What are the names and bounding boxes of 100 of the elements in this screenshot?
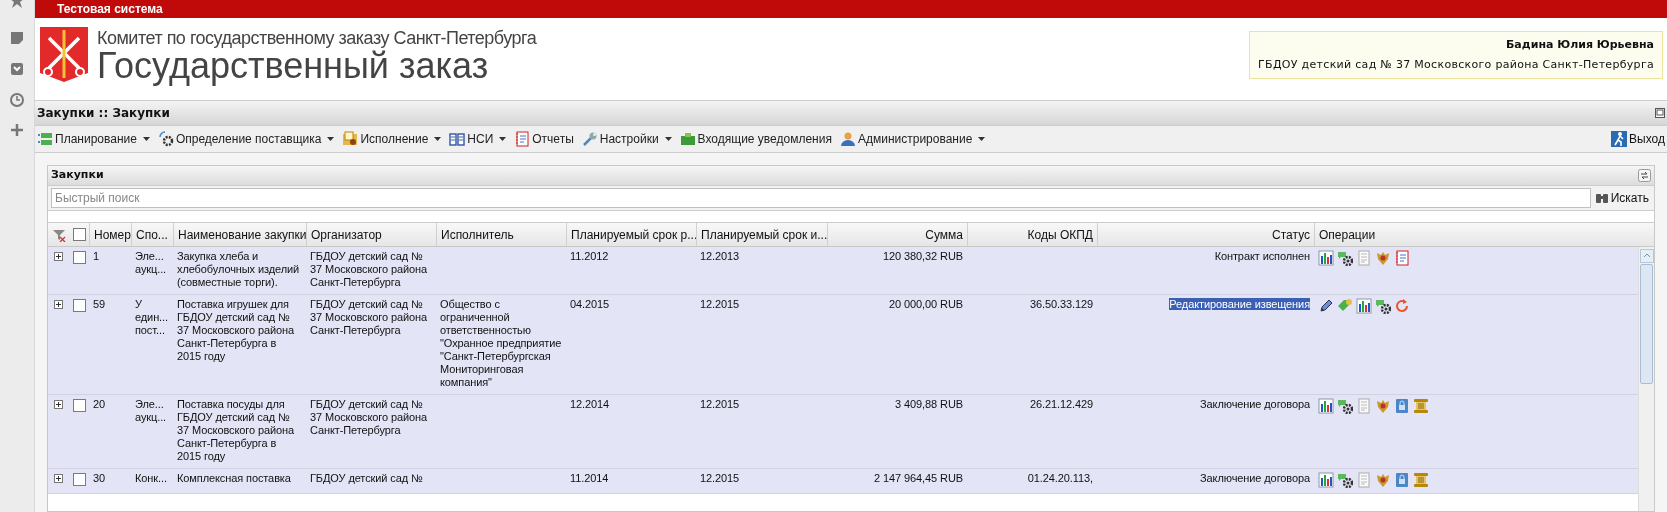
binoculars-icon	[1594, 192, 1609, 204]
scroll-icon[interactable]	[1413, 398, 1429, 414]
table-cell: 11.2014	[570, 472, 609, 484]
table-row[interactable]: 1 Эле... аукц... Закупка хлеба и хлебобулочных изделий (совместные торги). ГБДОУ детский сад № 37 Московского района Санкт-Петербурга 11.2012 12.2013 120 380,32 RUB Контракт исполнен	[48, 247, 1638, 295]
status-text: Редактирование извещения	[1169, 298, 1310, 310]
coat-of-arms-logo	[39, 26, 89, 83]
scroll-icon[interactable]	[1413, 472, 1429, 488]
scroll-up-icon[interactable]	[1639, 249, 1654, 263]
column-header[interactable]: Номер	[89, 223, 131, 246]
status-text: Заключение договора	[1200, 472, 1310, 484]
caret-icon	[978, 137, 986, 141]
menu-item[interactable]: Настройки	[581, 130, 672, 148]
checkbox[interactable]	[72, 228, 86, 241]
plus-icon[interactable]	[11, 124, 23, 136]
lock-icon[interactable]	[1394, 398, 1410, 414]
scroll-thumb[interactable]	[1640, 264, 1653, 384]
status-text: Заключение договора	[1200, 398, 1310, 410]
menu-item[interactable]: Администрирование	[839, 130, 986, 148]
search-field[interactable]: Быстрый поиск	[51, 188, 1591, 208]
table-cell: 12.2015	[700, 472, 740, 484]
book-icon	[449, 131, 466, 147]
bar-chart-icon[interactable]	[1318, 472, 1334, 488]
table-cell: Комплексная поставка	[177, 472, 291, 484]
eagle-emblem-icon[interactable]	[1375, 398, 1391, 414]
checkbox[interactable]	[72, 399, 86, 412]
table-cell: ГБДОУ детский сад № 37 Московского района Санкт-Петербурга	[310, 398, 428, 436]
table-cell: 01.24.20.113,	[1027, 472, 1093, 484]
table-cell: 12.2014	[570, 398, 610, 410]
expand-icon[interactable]	[54, 474, 63, 483]
table-row[interactable]: 30 Конк... Комплексная поставка ГБДОУ детский сад № 11.2014 12.2015 2 147 964,45 RUB 01.24.20.113, Заключение договора	[48, 469, 1638, 494]
caret-icon	[327, 137, 335, 141]
table-cell: 20	[93, 398, 106, 410]
filter-icon[interactable]	[51, 227, 66, 242]
checkbox[interactable]	[72, 473, 86, 486]
table-cell: 59	[93, 298, 106, 310]
search-button[interactable]: Искать	[1592, 189, 1651, 207]
eagle-emblem-icon[interactable]	[1375, 472, 1391, 488]
gear-icon[interactable]	[1337, 250, 1353, 266]
header-subtitle: Комитет по государственному заказу Санкт-Петербурга	[97, 28, 537, 48]
user-icon	[839, 131, 856, 147]
window-restore-icon[interactable]	[1655, 108, 1665, 118]
table-row[interactable]	[48, 395, 1638, 469]
checkbox[interactable]	[72, 299, 86, 312]
inbox-icon	[679, 131, 696, 147]
menu-item[interactable]: Исполнение	[342, 130, 442, 148]
star-icon[interactable]	[10, 0, 24, 8]
gears-icon	[157, 131, 174, 147]
clock-icon[interactable]	[10, 93, 24, 107]
expand-icon[interactable]	[54, 252, 63, 261]
checkbox[interactable]	[72, 251, 86, 264]
pencil-icon[interactable]	[1318, 298, 1334, 314]
menu-item[interactable]: Входящие уведомления	[679, 130, 832, 148]
column-header[interactable]: Спо...	[131, 223, 173, 246]
menu-item[interactable]: Определение поставщика	[157, 130, 335, 148]
lock-icon[interactable]	[1394, 472, 1410, 488]
eagle-emblem-icon[interactable]	[1375, 250, 1391, 266]
column-header[interactable]: Сумма	[827, 223, 967, 246]
table-cell: 3 409,88 RUB	[895, 398, 963, 410]
menu-item[interactable]: Планирование	[37, 130, 150, 148]
table-cell: 12.2013	[700, 250, 740, 262]
list-icon	[37, 131, 53, 147]
column-header[interactable]: Планируемый срок и...	[696, 223, 827, 246]
column-header[interactable]: Наименование закупки	[173, 223, 306, 246]
caret-icon	[434, 137, 442, 141]
exit-button[interactable]: Выход	[1611, 130, 1665, 148]
caret-icon	[664, 137, 672, 141]
scrollbar[interactable]	[1638, 247, 1654, 511]
table-cell: 20 000,00 RUB	[889, 298, 963, 310]
table-cell: 12.2015	[700, 298, 740, 310]
caret-icon	[499, 137, 507, 141]
column-header[interactable]: Коды ОКПД	[967, 223, 1097, 246]
gear-icon[interactable]	[1337, 398, 1353, 414]
column-header[interactable]: Статус	[1097, 223, 1314, 246]
status-text: Контракт исполнен	[1214, 250, 1310, 262]
header-title: Государственный заказ	[97, 48, 489, 84]
table-cell: Поставка посуды для ГБДОУ детский сад № 37 Московского района Санкт-Петербурга в 2015 году	[177, 398, 295, 462]
notebook-icon[interactable]	[1394, 250, 1410, 266]
exit-icon	[1611, 131, 1628, 147]
bar-chart-icon[interactable]	[1356, 298, 1372, 314]
expand-icon[interactable]	[54, 300, 63, 309]
table-cell: Общество с ограниченной ответственностью "Охранное предприятие "Санкт-Петербургская Мониторинговая компания"	[440, 298, 562, 388]
download-box-icon[interactable]	[10, 62, 24, 76]
menu-item[interactable]: Отчеты	[514, 130, 574, 148]
note-icon[interactable]	[10, 31, 24, 45]
notebook-icon	[514, 131, 531, 147]
table-row[interactable]	[48, 295, 1638, 395]
column-header[interactable]: Исполнитель	[436, 223, 566, 246]
system-label: Тестовая система	[57, 2, 163, 16]
expand-icon[interactable]	[54, 400, 63, 409]
column-header[interactable]: Планируемый срок р...	[566, 223, 696, 246]
bar-chart-icon[interactable]	[1318, 250, 1334, 266]
gear-icon[interactable]	[1375, 298, 1391, 314]
refresh-icon[interactable]	[1638, 169, 1651, 182]
table-cell: 36.50.33.129	[1029, 298, 1093, 310]
bar-chart-icon[interactable]	[1318, 398, 1334, 414]
column-header[interactable]: Организатор	[306, 223, 436, 246]
gear-icon[interactable]	[1337, 472, 1353, 488]
menu-item[interactable]: НСИ	[449, 130, 507, 148]
column-header[interactable]: Операции	[1314, 223, 1638, 246]
table-cell: У един... пост...	[135, 298, 168, 336]
